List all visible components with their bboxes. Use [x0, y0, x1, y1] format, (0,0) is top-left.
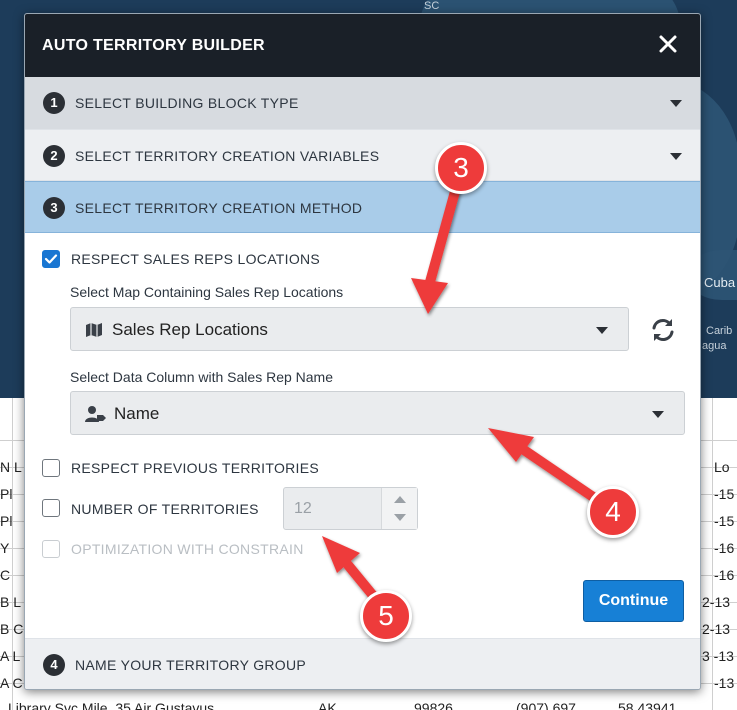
decrement-icon[interactable]	[394, 514, 406, 521]
map-icon	[86, 323, 102, 337]
map-label: Cuba	[704, 275, 736, 290]
number-of-territories-input[interactable]: 12	[283, 487, 418, 530]
refresh-icon	[652, 319, 674, 341]
respect-sales-reps-label: RESPECT SALES REPS LOCATIONS	[71, 251, 321, 267]
step-label: SELECT TERRITORY CREATION METHOD	[75, 200, 363, 216]
grid-cell: Pl	[0, 486, 13, 502]
grid-cell: A C	[0, 675, 23, 691]
grid-cell: Pl	[0, 513, 13, 529]
step-territory-creation-variables[interactable]: 2 SELECT TERRITORY CREATION VARIABLES	[25, 130, 700, 181]
step-label: SELECT TERRITORY CREATION VARIABLES	[75, 148, 380, 164]
column-select-value: Name	[114, 404, 160, 423]
step-name-territory-group[interactable]: 4 NAME YOUR TERRITORY GROUP	[25, 638, 700, 689]
grid-cell: 3 -13	[702, 648, 734, 664]
step-label: SELECT BUILDING BLOCK TYPE	[75, 95, 299, 111]
grid-cell: 58.43941	[618, 700, 677, 710]
grid-cell: 99826	[414, 700, 453, 710]
step-territory-creation-method[interactable]: 3 SELECT TERRITORY CREATION METHOD	[25, 181, 700, 233]
chevron-down-icon	[670, 153, 682, 160]
grid-cell: A L	[0, 648, 21, 664]
grid-cell: 2-13	[702, 621, 731, 637]
grid-cell: C	[0, 567, 11, 583]
user-tag-icon	[85, 406, 106, 422]
step-number: 1	[43, 92, 65, 114]
auto-territory-builder-dialog: AUTO TERRITORY BUILDER 1 SELECT BUILDING…	[24, 13, 701, 690]
grid-cell: 2-13	[702, 594, 731, 610]
map-label: Carib	[706, 325, 733, 337]
map-label: agua	[702, 340, 727, 352]
grid-cell: -15	[714, 486, 735, 502]
step-number: 4	[43, 654, 65, 676]
chevron-down-icon	[652, 411, 664, 418]
optimization-label: OPTIMIZATION WITH CONSTRAIN	[71, 541, 304, 557]
column-select-dropdown[interactable]: Name	[70, 391, 685, 435]
chevron-down-icon	[596, 327, 608, 334]
refresh-button[interactable]	[649, 316, 677, 344]
map-select-value: Sales Rep Locations	[112, 320, 268, 339]
grid-cell: Library Svc Mile. 35 Air Gustavus	[8, 700, 215, 710]
grid-cell: Lo	[714, 459, 730, 475]
number-of-territories-label: NUMBER OF TERRITORIES	[71, 501, 259, 517]
step-label: NAME YOUR TERRITORY GROUP	[75, 657, 307, 673]
number-of-territories-checkbox[interactable]	[42, 499, 60, 517]
dialog-header: AUTO TERRITORY BUILDER	[25, 14, 700, 77]
map-select-label: Select Map Containing Sales Rep Location…	[70, 284, 344, 300]
step-number: 3	[43, 197, 65, 219]
continue-button[interactable]: Continue	[583, 580, 684, 622]
grid-cell: N L	[0, 459, 22, 475]
grid-cell: Y	[0, 540, 10, 556]
grid-cell: AK	[318, 700, 337, 710]
dialog-title: AUTO TERRITORY BUILDER	[42, 37, 265, 54]
step-building-block-type[interactable]: 1 SELECT BUILDING BLOCK TYPE	[25, 77, 700, 130]
number-of-territories-value: 12	[294, 500, 312, 517]
column-select-label: Select Data Column with Sales Rep Name	[70, 369, 334, 385]
respect-sales-reps-checkbox[interactable]	[42, 250, 60, 268]
grid-cell: -16	[714, 540, 735, 556]
grid-cell: B C	[0, 621, 24, 637]
close-button[interactable]	[656, 32, 680, 56]
respect-previous-territories-checkbox[interactable]	[42, 459, 60, 477]
grid-cell: (907) 697	[516, 700, 576, 710]
grid-cell: -15	[714, 513, 735, 529]
grid-cell: -13	[714, 675, 735, 691]
respect-previous-territories-label: RESPECT PREVIOUS TERRITORIES	[71, 460, 320, 476]
close-icon	[659, 35, 677, 53]
step-number: 2	[43, 145, 65, 167]
grid-cell: B L	[0, 594, 22, 610]
grid-cell: -16	[714, 567, 735, 583]
checkmark-icon	[44, 254, 58, 264]
increment-icon[interactable]	[394, 496, 406, 503]
map-select-dropdown[interactable]: Sales Rep Locations	[70, 307, 629, 351]
optimization-checkbox[interactable]	[42, 540, 60, 558]
map-label: SC	[424, 0, 440, 12]
number-stepper	[381, 488, 417, 529]
chevron-down-icon	[670, 100, 682, 107]
